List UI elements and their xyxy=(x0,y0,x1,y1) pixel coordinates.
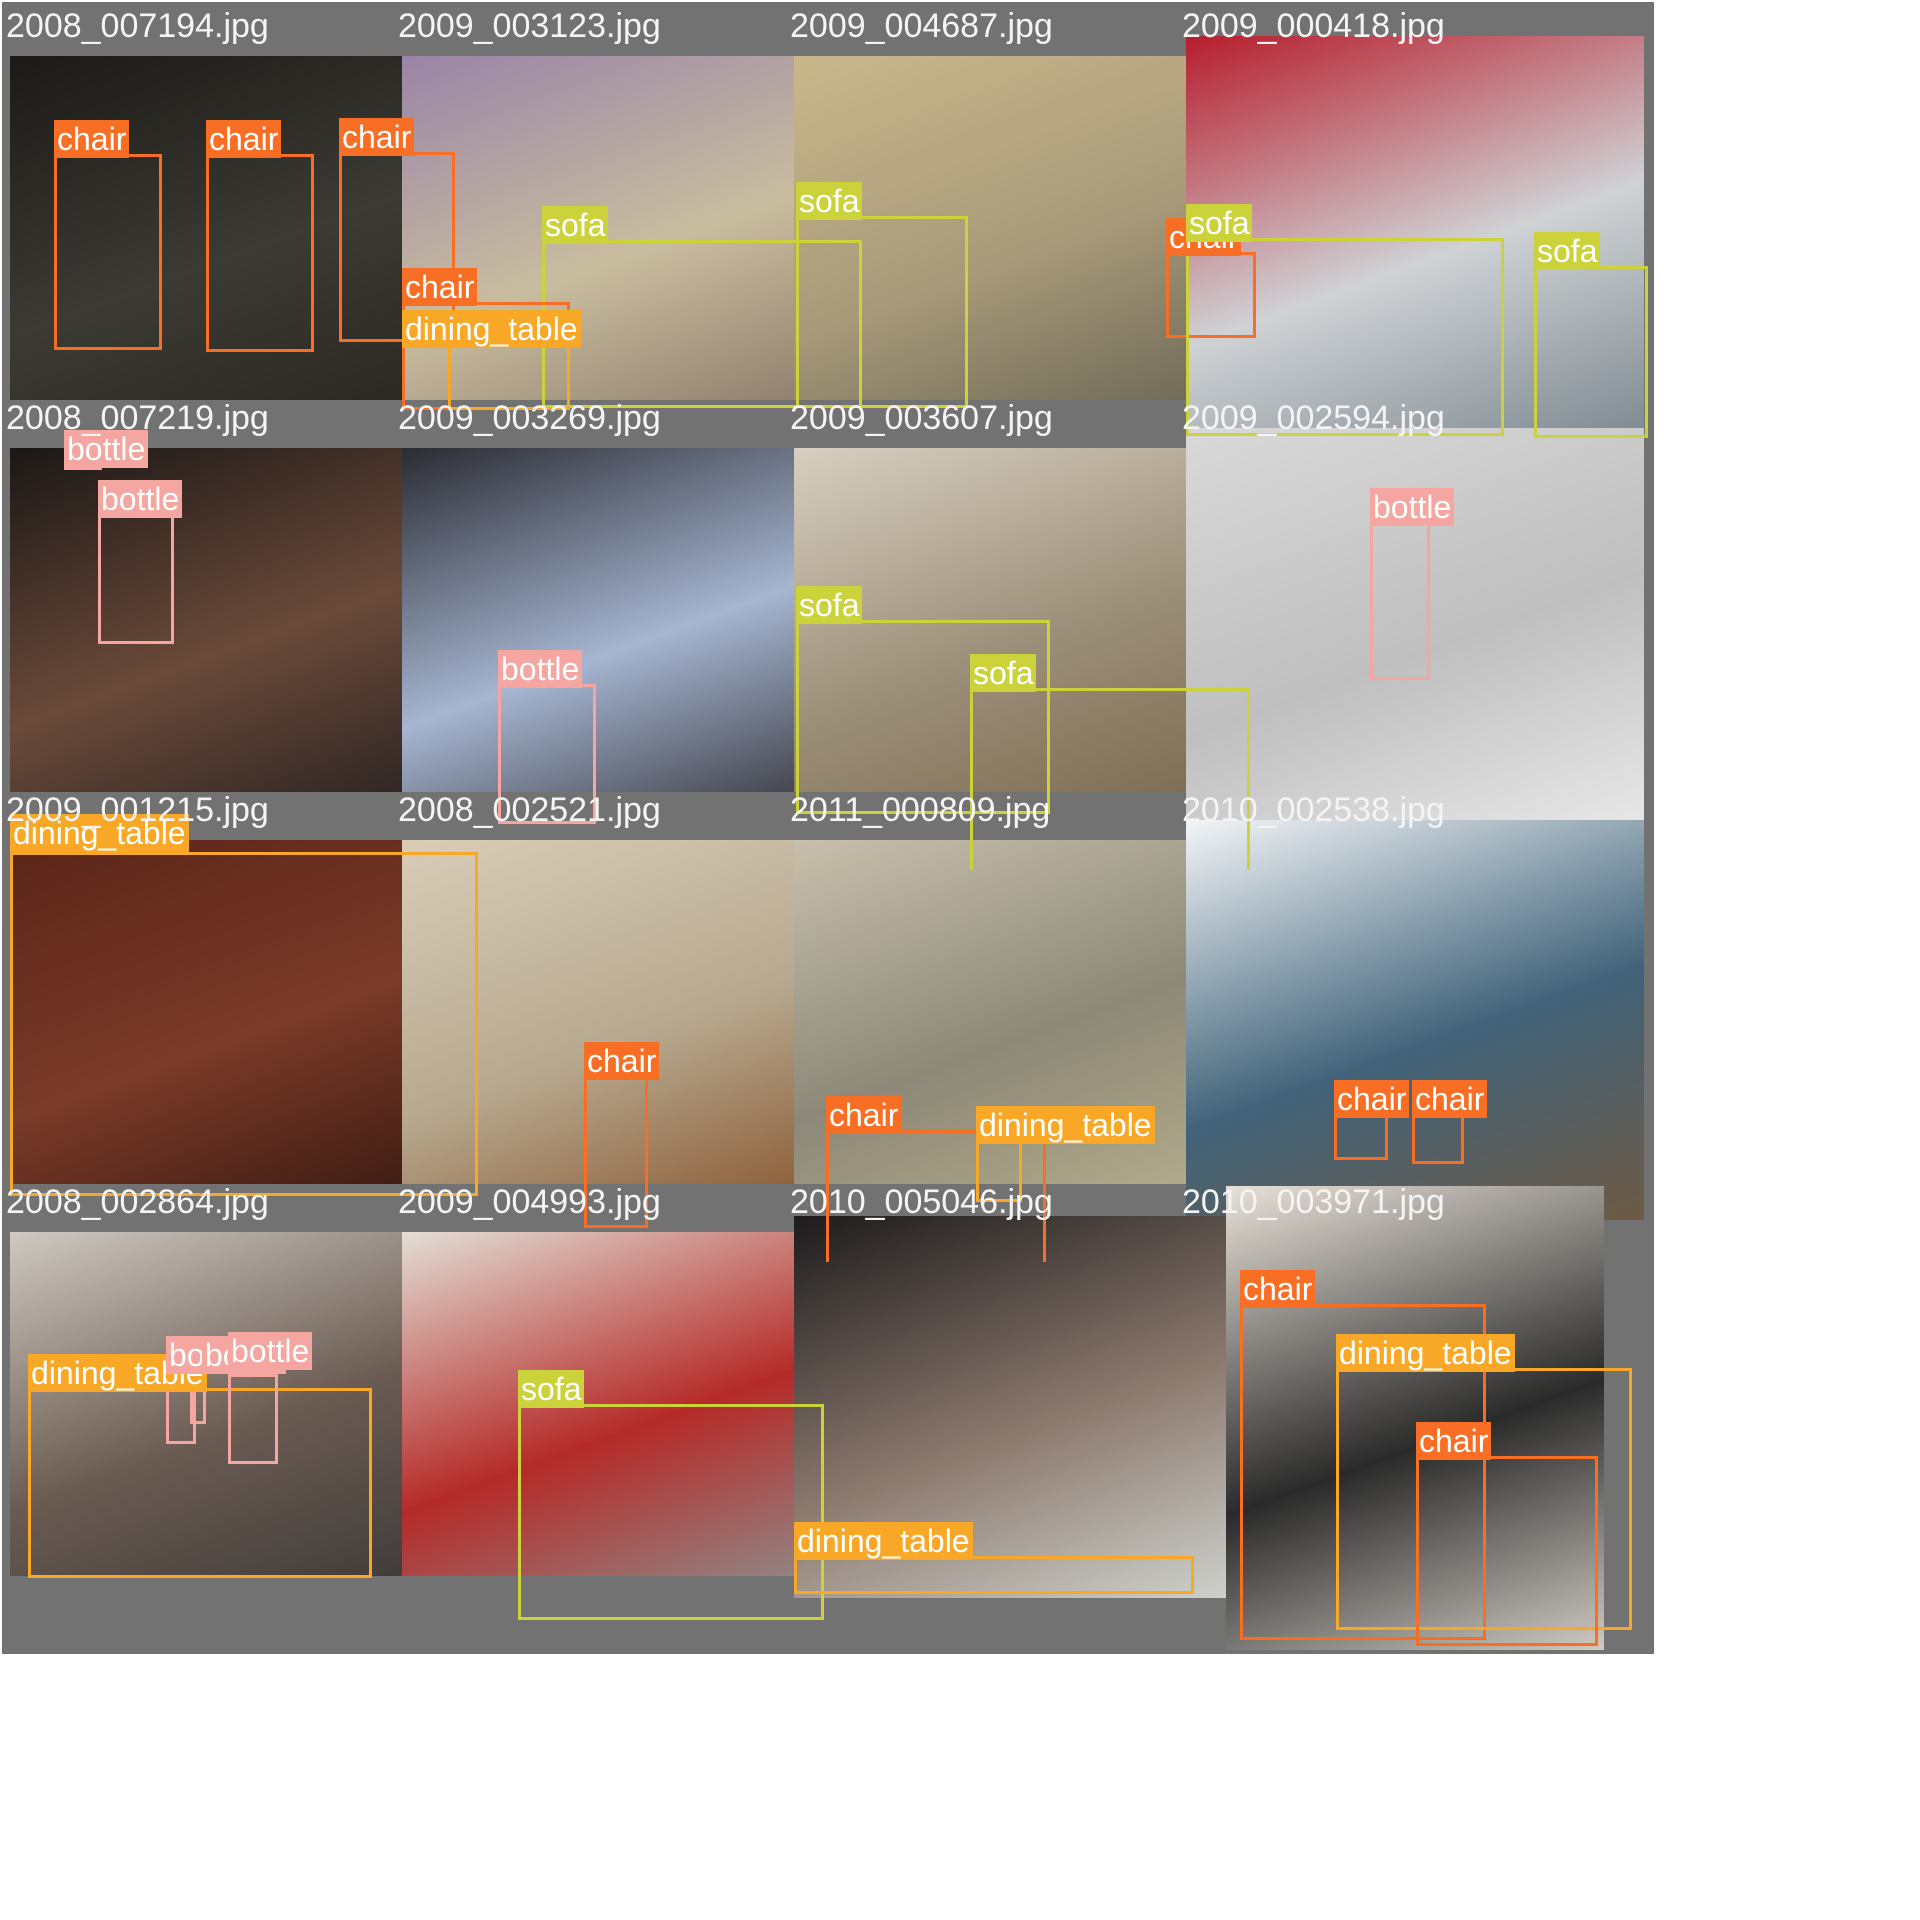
class-label: chair xyxy=(1412,1080,1488,1118)
image-filename: 2009_003269.jpg xyxy=(398,399,661,437)
class-label: bottle xyxy=(98,480,183,518)
bounding-box-dining-table xyxy=(794,1556,1194,1594)
class-label: sofa xyxy=(1186,204,1253,242)
class-label: bottle xyxy=(1370,488,1455,526)
image-filename: 2008_007194.jpg xyxy=(6,7,269,45)
bounding-box-chair xyxy=(54,154,162,350)
image-filename: 2009_001215.jpg xyxy=(6,791,269,829)
image-filename: 2008_002864.jpg xyxy=(6,1183,269,1221)
class-label: sofa xyxy=(518,1370,585,1408)
detection-grid: 2008_007194.jpg chair chair chair 2009_00312… xyxy=(0,0,1920,1920)
grid-cell: 2010_003971.jpg chair dining_table chair xyxy=(1178,1178,1654,1654)
image-filename: 2009_004687.jpg xyxy=(790,7,1053,45)
class-label: sofa xyxy=(1534,232,1601,270)
class-label: chair xyxy=(584,1042,660,1080)
class-label: sofa xyxy=(796,586,863,624)
bounding-box-sofa xyxy=(970,688,1250,870)
bounding-box-bottle xyxy=(228,1374,278,1464)
bounding-box-chair xyxy=(206,154,314,352)
image-filename: 2008_002521.jpg xyxy=(398,791,661,829)
class-label: chair xyxy=(1334,1080,1410,1118)
photo-thumbnail xyxy=(10,448,468,792)
class-label: chair xyxy=(402,268,478,306)
bounding-box-sofa xyxy=(1534,266,1648,438)
class-label: chair xyxy=(1240,1270,1316,1308)
bounding-box-chair xyxy=(1412,1112,1464,1164)
image-filename: 2009_002594.jpg xyxy=(1182,399,1445,437)
class-label: bottle xyxy=(228,1332,313,1370)
class-label: chair xyxy=(54,120,130,158)
class-label: dining_table xyxy=(1336,1334,1515,1372)
bounding-box-bottle xyxy=(1370,522,1430,680)
image-filename: 2009_000418.jpg xyxy=(1182,7,1445,45)
class-label: sofa xyxy=(796,182,863,220)
bounding-box-sofa xyxy=(796,216,968,408)
class-label: dining_table xyxy=(976,1106,1155,1144)
image-filename: 2010_002538.jpg xyxy=(1182,791,1445,829)
bounding-box-bottle xyxy=(98,514,174,644)
bounding-box-sofa xyxy=(518,1404,824,1620)
image-filename: 2011_000809.jpg xyxy=(790,791,1051,829)
image-filename: 2009_003123.jpg xyxy=(398,7,661,45)
class-label: dining_table xyxy=(794,1522,973,1560)
class-label: chair xyxy=(1416,1422,1492,1460)
class-label: chair xyxy=(826,1096,902,1134)
class-label: bottle xyxy=(498,650,583,688)
bounding-box-dining-table xyxy=(10,852,478,1196)
image-filename: 2009_004993.jpg xyxy=(398,1183,661,1221)
photo-thumbnail xyxy=(402,448,860,792)
bounding-box-chair xyxy=(1334,1112,1388,1160)
image-filename: 2009_003607.jpg xyxy=(790,399,1053,437)
class-label: dining_table xyxy=(402,310,581,348)
class-label: sofa xyxy=(970,654,1037,692)
image-filename: 2008_007219.jpg xyxy=(6,399,269,437)
class-label: chair xyxy=(206,120,282,158)
class-label: chair xyxy=(339,118,415,156)
bounding-box-chair xyxy=(1416,1456,1598,1646)
image-filename: 2010_005046.jpg xyxy=(790,1183,1053,1221)
class-label: sofa xyxy=(542,206,609,244)
image-filename: 2010_003971.jpg xyxy=(1182,1183,1445,1221)
